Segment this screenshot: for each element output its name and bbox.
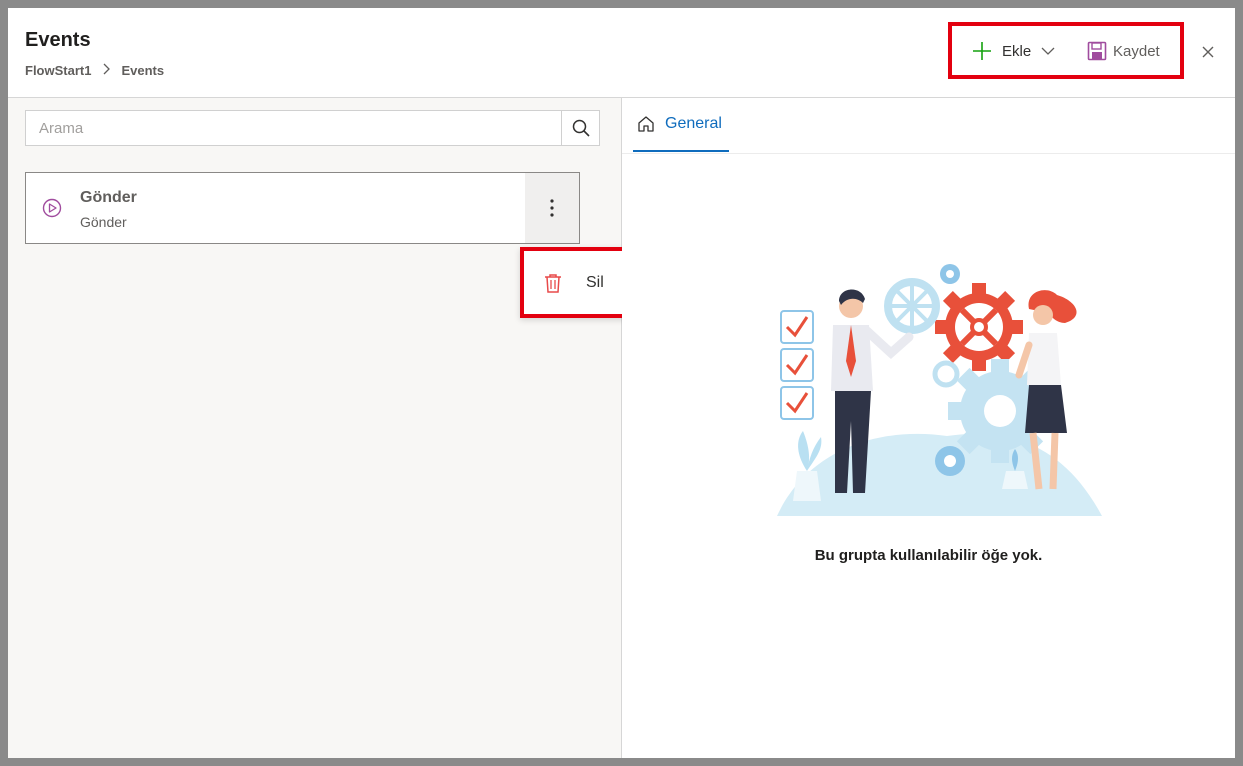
tab-bar: General bbox=[622, 98, 1235, 154]
add-button-label: Ekle bbox=[1002, 42, 1032, 60]
dialog-header: Events FlowStart1 Events Ekle Kaydet bbox=[8, 8, 1235, 98]
save-button[interactable]: Kaydet bbox=[1087, 41, 1160, 61]
tab-general[interactable]: General bbox=[633, 98, 729, 152]
event-subtitle: Gönder bbox=[80, 214, 127, 230]
delete-menu-label: Sil bbox=[586, 273, 604, 291]
delete-menu-item[interactable]: Sil bbox=[524, 251, 624, 314]
list-item[interactable]: Gönder Gönder bbox=[25, 172, 580, 244]
search-icon[interactable] bbox=[561, 111, 599, 145]
add-button[interactable]: Ekle bbox=[972, 41, 1055, 61]
save-button-label: Kaydet bbox=[1113, 42, 1160, 60]
tab-general-label: General bbox=[665, 115, 722, 132]
context-menu: Sil bbox=[520, 247, 628, 318]
events-list-pane: Gönder Gönder bbox=[8, 98, 628, 758]
search-input[interactable] bbox=[26, 111, 564, 145]
page-title: Events bbox=[25, 29, 91, 51]
search-box bbox=[25, 110, 600, 146]
more-options-button[interactable] bbox=[525, 173, 579, 243]
more-vertical-icon bbox=[549, 198, 555, 218]
empty-state-illustration bbox=[767, 261, 1107, 526]
home-icon bbox=[637, 115, 655, 133]
chevron-right-icon bbox=[101, 63, 111, 78]
close-icon[interactable] bbox=[1198, 42, 1218, 62]
breadcrumb: FlowStart1 Events bbox=[25, 63, 164, 78]
save-icon bbox=[1087, 41, 1107, 61]
breadcrumb-item-events: Events bbox=[121, 63, 165, 78]
breadcrumb-item-flowstart1[interactable]: FlowStart1 bbox=[25, 63, 91, 78]
events-dialog: Events FlowStart1 Events Ekle Kaydet Ara… bbox=[8, 8, 1235, 758]
play-circle-icon bbox=[42, 198, 62, 223]
trash-icon bbox=[544, 273, 562, 293]
details-pane: General Bu grupta kullanılabilir öğe yok… bbox=[622, 98, 1235, 758]
empty-state-message: Bu grupta kullanılabilir öğe yok. bbox=[814, 547, 1043, 564]
event-name: Gönder bbox=[80, 189, 137, 206]
chevron-down-icon[interactable] bbox=[1041, 46, 1055, 56]
plus-icon bbox=[972, 41, 992, 61]
